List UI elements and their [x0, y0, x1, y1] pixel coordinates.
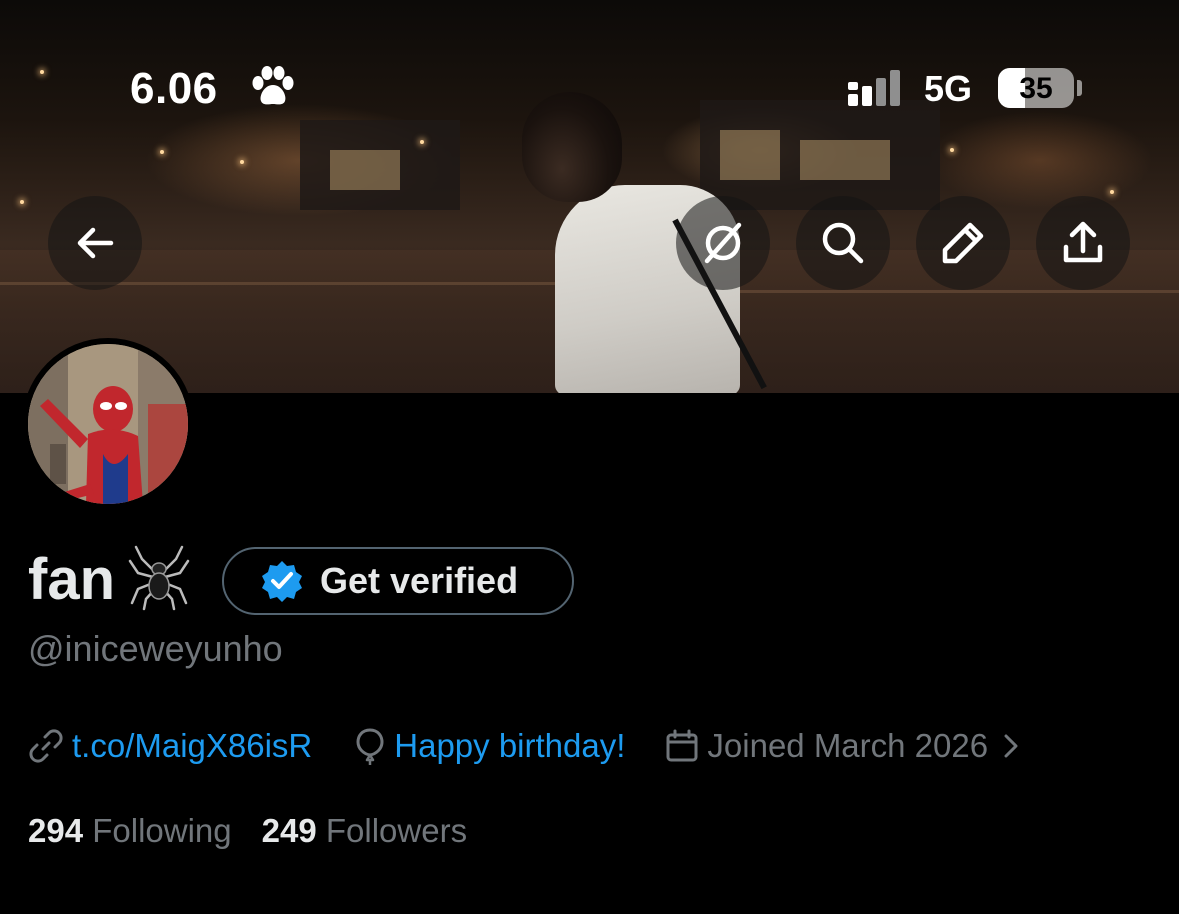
banner-window	[800, 140, 890, 180]
paw-icon	[252, 66, 294, 105]
search-icon	[822, 222, 864, 264]
profile-banner[interactable]	[0, 0, 1179, 393]
banner-light	[420, 140, 424, 144]
share-icon	[1063, 221, 1103, 263]
banner-light	[40, 70, 44, 74]
arrow-left-icon	[77, 227, 114, 259]
banner-light	[160, 150, 164, 154]
profile-avatar[interactable]	[22, 338, 194, 510]
link-icon	[29, 729, 63, 763]
joined-date: Joined March 2026	[707, 727, 989, 764]
battery-percent: 35	[1019, 72, 1053, 105]
battery-tip	[1077, 80, 1082, 96]
signal-strength-icon	[848, 70, 900, 106]
network-type: 5G	[924, 68, 973, 109]
spiderman-avatar-illustration	[28, 344, 188, 504]
edit-button[interactable]	[916, 196, 1010, 290]
spider-icon	[128, 545, 190, 611]
banner-window	[330, 150, 400, 190]
profile-handle: @iniceweyunho	[28, 628, 283, 669]
birthday-text: Happy birthday!	[394, 727, 626, 764]
status-time: 6.06	[130, 64, 218, 113]
birthday-item: Happy birthday!	[354, 726, 625, 766]
search-button[interactable]	[796, 196, 890, 290]
banner-light	[1110, 190, 1114, 194]
followers-link[interactable]: 249 Followers	[262, 812, 467, 850]
display-name: fan	[28, 547, 115, 612]
banner-light	[950, 148, 954, 152]
followers-count: 249	[261, 812, 317, 849]
website-link[interactable]: t.co/MaigX86isR	[72, 727, 312, 765]
battery-indicator: 35	[998, 68, 1074, 108]
slash-circle-icon	[704, 222, 742, 264]
grok-button[interactable]	[676, 196, 770, 290]
banner-light	[240, 160, 244, 164]
verified-badge-icon	[262, 561, 302, 602]
get-verified-label: Get verified	[320, 560, 519, 601]
following-count: 294	[28, 812, 84, 849]
banner-window	[720, 130, 780, 180]
banner-road-line	[740, 290, 1179, 293]
balloon-icon	[356, 728, 384, 765]
chevron-right-icon	[1004, 734, 1018, 758]
back-button[interactable]	[48, 196, 142, 290]
pencil-icon	[942, 222, 984, 264]
calendar-icon	[666, 729, 698, 762]
avatar-image	[28, 344, 188, 504]
joined-item[interactable]: Joined March 2026	[665, 727, 1028, 765]
banner-light	[20, 200, 24, 204]
following-link[interactable]: 294 Following	[28, 812, 232, 850]
share-button[interactable]	[1036, 196, 1130, 290]
followers-label: Followers	[325, 812, 468, 849]
banner-person-head	[522, 92, 622, 202]
profile-meta-row: t.co/MaigX86isR Happy birthday! Joined M…	[28, 722, 1028, 770]
get-verified-button[interactable]: Get verified	[222, 547, 574, 615]
follow-counts: 294 Following 249 Followers	[28, 812, 497, 850]
following-label: Following	[92, 812, 232, 849]
website-item[interactable]: t.co/MaigX86isR	[28, 727, 312, 765]
